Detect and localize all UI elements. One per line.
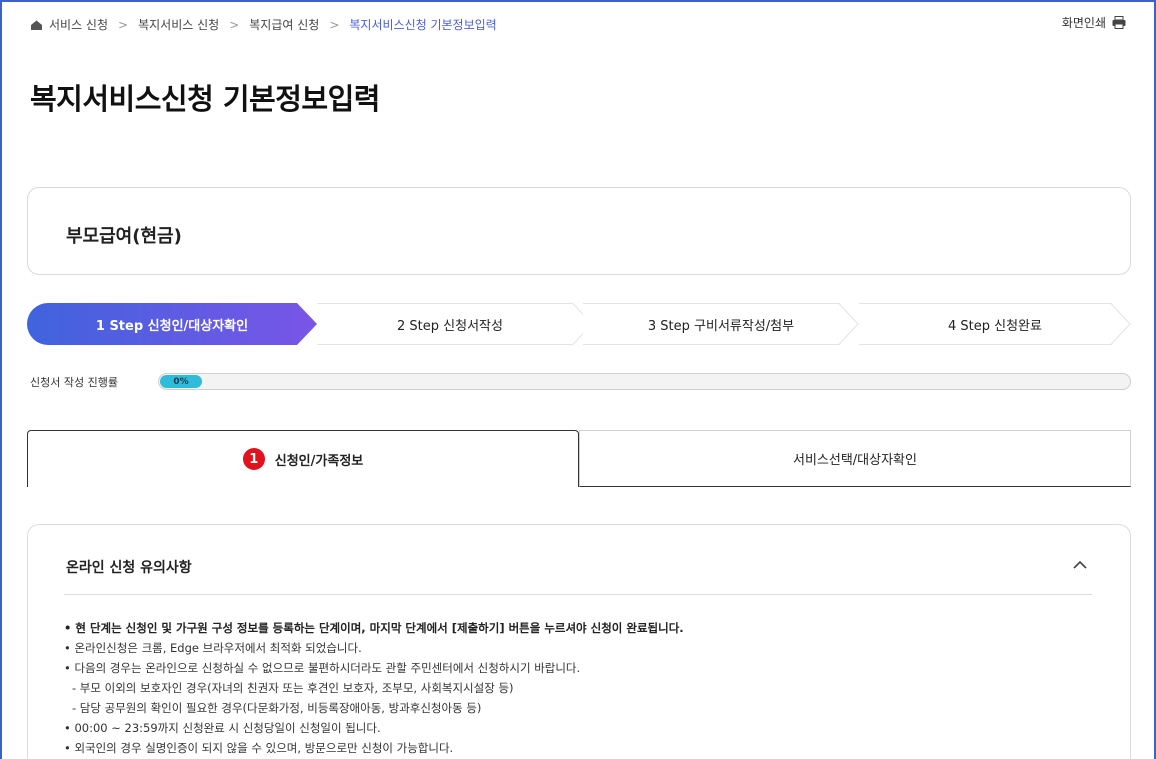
tab-service-selection-label: 서비스선택/대상자확인 xyxy=(793,453,917,468)
progress-value: 0% xyxy=(160,375,202,388)
tab-applicant-family-label: 신청인/가족정보 xyxy=(274,453,364,469)
breadcrumb-item-benefit[interactable]: 복지급여 신청 xyxy=(249,16,319,33)
home-icon[interactable] xyxy=(30,19,43,31)
step-1-label: 1 Step 신청인/대상자확인 xyxy=(95,318,249,334)
tab-number-badge: 1 xyxy=(242,448,265,470)
breadcrumb-separator: > xyxy=(118,17,129,32)
breadcrumb-separator: > xyxy=(229,17,240,32)
step-4-label: 4 Step 신청완료 xyxy=(948,318,1042,334)
progress-label: 신청서 작성 진행률 xyxy=(30,376,118,389)
step-1: 1 Step 신청인/대상자확인 xyxy=(27,303,317,345)
page-title: 복지서비스신청 기본정보입력 xyxy=(30,82,380,116)
breadcrumb-current: 복지서비스신청 기본정보입력 xyxy=(349,18,497,32)
notice-list: • 현 단계는 신청인 및 가구원 구성 정보를 등록하는 단계이며, 마지막 … xyxy=(64,618,684,758)
step-indicator: 1 Step 신청인/대상자확인 2 Step 신청서작성 3 Step 구비서… xyxy=(27,303,1131,345)
breadcrumb-separator: > xyxy=(329,17,340,32)
progress-bar: 0% xyxy=(158,373,1131,390)
service-name: 부모급여(현금) xyxy=(66,226,182,247)
step-2-label: 2 Step 신청서작성 xyxy=(397,318,503,334)
step-3: 3 Step 구비서류작성/첨부 xyxy=(583,303,859,345)
notice-subitem: - 담당 공무원의 확인이 필요한 경우(다문화가정, 비등록장애아동, 방과후… xyxy=(72,701,482,715)
notice-panel: 온라인 신청 유의사항 • 현 단계는 신청인 및 가구원 구성 정보를 등록하… xyxy=(27,524,1131,759)
print-button[interactable]: 화면인쇄 xyxy=(1062,14,1126,31)
step-2: 2 Step 신청서작성 xyxy=(317,303,593,345)
tab-applicant-family[interactable]: 1 신청인/가족정보 xyxy=(27,430,579,487)
breadcrumb: 서비스 신청 > 복지서비스 신청 > 복지급여 신청 > 복지서비스신청 기본… xyxy=(30,16,497,33)
notice-item: • 온라인신청은 크롬, Edge 브라우저에서 최적화 되었습니다. xyxy=(64,641,362,655)
printer-icon xyxy=(1112,16,1126,29)
step-3-label: 3 Step 구비서류작성/첨부 xyxy=(647,318,795,334)
notice-item: • 현 단계는 신청인 및 가구원 구성 정보를 등록하는 단계이며, 마지막 … xyxy=(64,621,684,635)
notice-divider xyxy=(64,594,1092,595)
tab-service-selection[interactable]: 서비스선택/대상자확인 xyxy=(579,430,1131,487)
notice-item: • 외국인의 경우 실명인증이 되지 않을 수 있으며, 방문으로만 신청이 가… xyxy=(64,741,454,755)
breadcrumb-item-service[interactable]: 서비스 신청 xyxy=(49,16,108,33)
notice-subitem: - 부모 이외의 보호자인 경우(자녀의 친권자 또는 후견인 보호자, 조부모… xyxy=(72,681,514,695)
notice-item: • 다음의 경우는 온라인으로 신청하실 수 없으므로 불편하시더라도 관할 주… xyxy=(64,661,581,675)
step-4: 4 Step 신청완료 xyxy=(859,303,1131,345)
notice-title: 온라인 신청 유의사항 xyxy=(66,560,192,576)
print-label: 화면인쇄 xyxy=(1061,16,1106,30)
service-box: 부모급여(현금) xyxy=(27,187,1131,275)
chevron-up-icon[interactable] xyxy=(1070,555,1090,575)
notice-item: • 00:00 ~ 23:59까지 신청완료 시 신청당일이 신청일이 됩니다. xyxy=(64,721,381,735)
breadcrumb-item-welfare[interactable]: 복지서비스 신청 xyxy=(138,16,219,33)
